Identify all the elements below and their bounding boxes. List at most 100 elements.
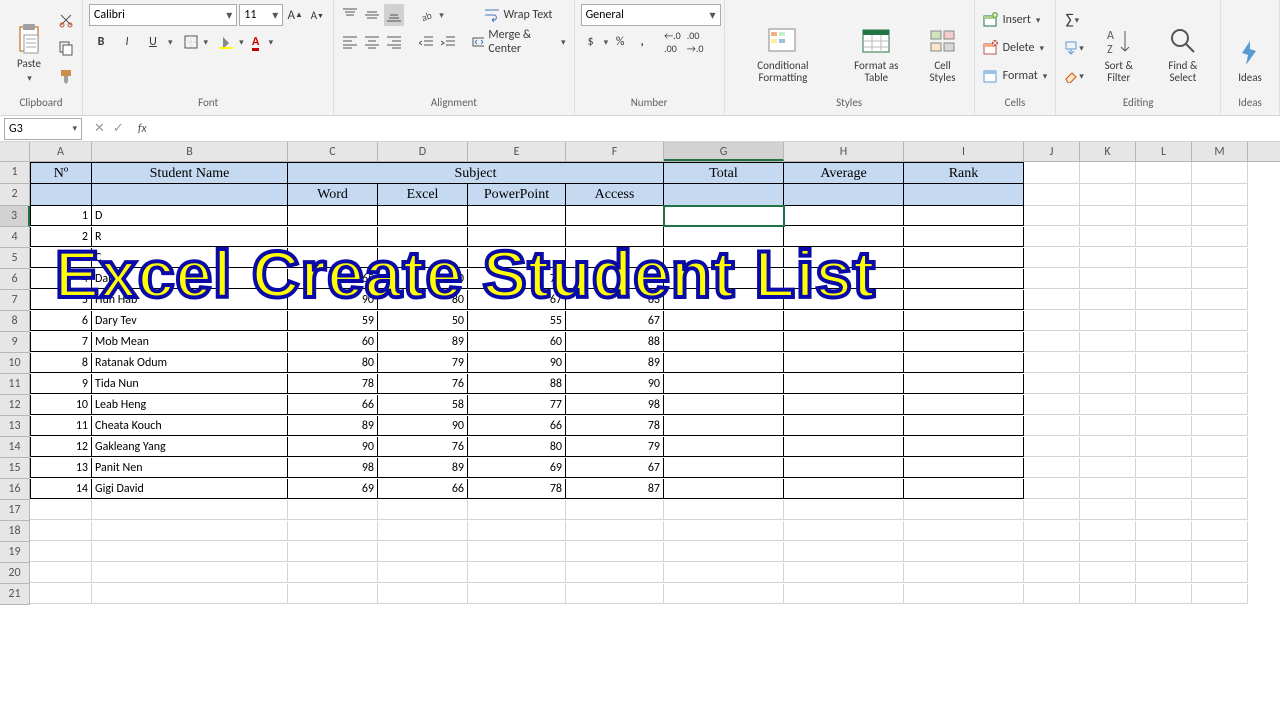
row-header[interactable]: 21 [0, 584, 30, 605]
chevron-down-icon[interactable]: ▾ [203, 37, 209, 48]
cell[interactable] [566, 542, 664, 562]
student-name[interactable]: Gakleang Yang [92, 437, 288, 457]
student-no[interactable]: 6 [30, 311, 92, 331]
cell[interactable] [1024, 521, 1080, 541]
font-name-input[interactable] [90, 8, 222, 22]
font-color-button[interactable]: A [246, 31, 266, 53]
student-no[interactable]: 8 [30, 353, 92, 373]
row-header[interactable]: 17 [0, 500, 30, 521]
cell[interactable] [1192, 479, 1248, 499]
percent-button[interactable]: % [610, 31, 630, 53]
average-cell[interactable] [784, 269, 904, 289]
chevron-down-icon[interactable]: ▾ [238, 37, 244, 48]
cell[interactable] [1192, 269, 1248, 289]
cell[interactable] [1080, 206, 1136, 226]
cell[interactable] [468, 542, 566, 562]
cell[interactable] [1192, 227, 1248, 247]
cell[interactable] [30, 584, 92, 604]
cell[interactable] [1080, 542, 1136, 562]
wrap-text-button[interactable]: Wrap Text [470, 4, 567, 26]
total-cell[interactable] [664, 479, 784, 499]
header-rank[interactable]: Rank [904, 162, 1024, 184]
student-name[interactable]: C [92, 248, 288, 268]
score-ppt[interactable]: 55 [468, 311, 566, 331]
cell[interactable] [1024, 458, 1080, 478]
cell[interactable] [288, 500, 378, 520]
formula-input[interactable] [155, 118, 1280, 140]
score-access[interactable]: 63 [566, 290, 664, 310]
score-excel[interactable]: 76 [378, 374, 468, 394]
student-name[interactable]: Leab Heng [92, 395, 288, 415]
score-access[interactable]: 78 [566, 416, 664, 436]
student-no[interactable]: 1 [30, 206, 92, 226]
chevron-down-icon[interactable]: ▾ [706, 8, 720, 23]
insert-button[interactable]: Insert ▾ [981, 9, 1043, 31]
average-cell[interactable] [784, 248, 904, 268]
score-excel[interactable]: 76 [378, 437, 468, 457]
average-cell[interactable] [784, 458, 904, 478]
row-header[interactable]: 18 [0, 521, 30, 542]
comma-button[interactable]: , [632, 31, 652, 53]
score-word[interactable]: 65 [288, 269, 378, 289]
cell[interactable] [784, 584, 904, 604]
score-excel[interactable]: 50 [378, 311, 468, 331]
cell[interactable] [1136, 332, 1192, 352]
cell[interactable] [1192, 437, 1248, 457]
cell[interactable] [1080, 353, 1136, 373]
cell[interactable] [1080, 184, 1136, 206]
chevron-down-icon[interactable]: ▾ [222, 8, 236, 23]
student-name[interactable]: Mob Mean [92, 332, 288, 352]
cell[interactable] [92, 500, 288, 520]
cell[interactable] [1080, 248, 1136, 268]
cell[interactable] [30, 542, 92, 562]
cell[interactable] [1192, 162, 1248, 184]
cell[interactable] [92, 521, 288, 541]
select-all-corner[interactable] [0, 142, 30, 162]
total-cell[interactable] [664, 332, 784, 352]
cell[interactable] [288, 521, 378, 541]
cell[interactable] [1136, 374, 1192, 394]
cell[interactable] [904, 563, 1024, 583]
student-name[interactable]: Dary Tev [92, 311, 288, 331]
student-name[interactable]: Cheata Kouch [92, 416, 288, 436]
header-excel[interactable]: Excel [378, 184, 468, 206]
cell[interactable] [288, 584, 378, 604]
cell[interactable] [1136, 479, 1192, 499]
row-header[interactable]: 16 [0, 479, 30, 500]
header-ppt[interactable]: PowerPoint [468, 184, 566, 206]
cell[interactable] [904, 584, 1024, 604]
cell[interactable] [1024, 500, 1080, 520]
score-word[interactable]: 78 [288, 374, 378, 394]
student-no[interactable]: 14 [30, 479, 92, 499]
cell[interactable] [1136, 184, 1192, 206]
cell[interactable] [92, 584, 288, 604]
score-access[interactable]: 88 [566, 332, 664, 352]
total-cell[interactable] [664, 248, 784, 268]
student-name[interactable]: Hun Hab [92, 290, 288, 310]
col-header-H[interactable]: H [784, 142, 904, 161]
row-header[interactable]: 15 [0, 458, 30, 479]
score-ppt[interactable]: 90 [468, 353, 566, 373]
total-cell[interactable] [664, 374, 784, 394]
fill-button[interactable]: ▾ [1062, 37, 1086, 59]
total-cell[interactable] [664, 416, 784, 436]
score-ppt[interactable] [468, 206, 566, 226]
total-cell[interactable] [664, 269, 784, 289]
header-access[interactable]: Access [566, 184, 664, 206]
header-total[interactable] [664, 184, 784, 206]
score-word[interactable] [288, 206, 378, 226]
row-header[interactable]: 13 [0, 416, 30, 437]
header-name[interactable] [92, 184, 288, 206]
score-excel[interactable]: 89 [378, 458, 468, 478]
score-excel[interactable]: 80 [378, 290, 468, 310]
cell[interactable] [784, 542, 904, 562]
cell[interactable] [1080, 395, 1136, 415]
cell[interactable] [1192, 332, 1248, 352]
underline-button[interactable]: U [141, 31, 165, 53]
align-middle-button[interactable] [362, 4, 382, 26]
rank-cell[interactable] [904, 206, 1024, 226]
cell[interactable] [1080, 311, 1136, 331]
cell[interactable] [1024, 416, 1080, 436]
name-box[interactable]: G3▾ [4, 118, 82, 140]
cell[interactable] [1080, 584, 1136, 604]
